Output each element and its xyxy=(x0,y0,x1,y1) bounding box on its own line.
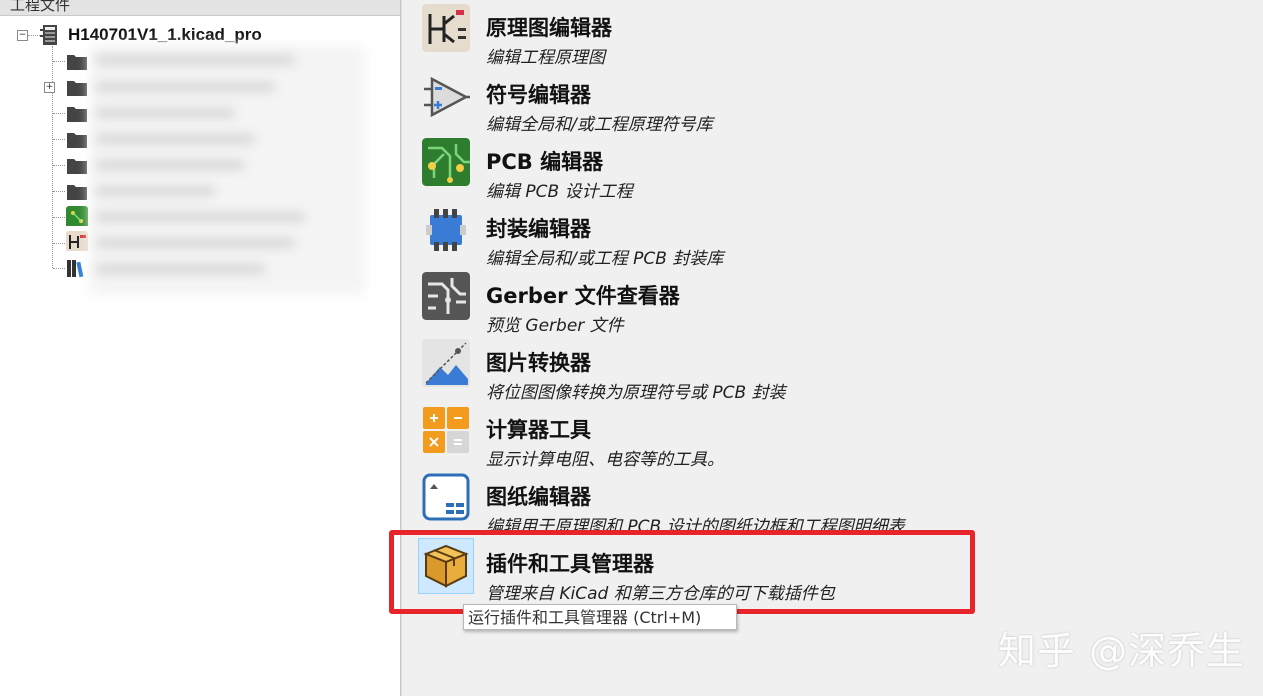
schematic-editor-icon[interactable] xyxy=(422,4,470,52)
schematic-file-icon[interactable] xyxy=(66,231,88,251)
tool-description: 编辑全局和/或工程原理符号库 xyxy=(486,115,713,135)
pcb-file-icon[interactable] xyxy=(66,206,88,226)
folder-icon[interactable] xyxy=(66,77,88,97)
tool-description: 显示计算电阻、电容等的工具。 xyxy=(486,450,724,470)
tree-guide-line xyxy=(53,139,65,141)
tree-guide-line xyxy=(53,165,65,167)
tool-gerber-viewer[interactable]: Gerber 文件查看器 预览 Gerber 文件 xyxy=(418,268,1118,336)
tree-guide-line xyxy=(53,191,65,193)
project-tree-panel: 工程文件 − H140701V1_1.kicad_pro + xyxy=(0,0,401,696)
blurred-file-names xyxy=(95,238,295,248)
tree-guide-line xyxy=(53,61,65,63)
tool-description: 预览 Gerber 文件 xyxy=(486,316,624,336)
annotation-highlight-box xyxy=(389,530,975,614)
tool-description: 编辑 PCB 设计工程 xyxy=(486,182,633,202)
blurred-file-names xyxy=(95,264,265,274)
pcb-editor-icon[interactable] xyxy=(422,138,470,186)
tool-drawing-sheet-editor[interactable]: 图纸编辑器 编辑用于原理图和 PCB 设计的图纸边框和工程图明细表 xyxy=(418,469,1118,537)
blurred-file-names xyxy=(95,160,245,170)
tree-guide-line xyxy=(53,217,65,219)
tree-guide-line xyxy=(53,113,65,115)
project-file-label: H140701V1_1.kicad_pro xyxy=(68,25,262,44)
tool-footprint-editor[interactable]: 封装编辑器 编辑全局和/或工程 PCB 封装库 xyxy=(418,201,1118,269)
watermark: 知乎 @深乔生 xyxy=(998,629,1246,673)
tool-title: 图片转换器 xyxy=(486,351,591,375)
tool-description: 编辑全局和/或工程 PCB 封装库 xyxy=(486,249,724,269)
tree-guide-line xyxy=(28,35,40,37)
footprint-editor-icon[interactable] xyxy=(422,205,470,253)
tool-description: 将位图图像转换为原理符号或 PCB 封装 xyxy=(486,383,786,403)
image-converter-icon[interactable] xyxy=(422,339,470,387)
folder-icon[interactable] xyxy=(66,155,88,175)
calculator-icon[interactable] xyxy=(422,406,470,454)
library-file-icon[interactable] xyxy=(66,258,88,278)
drawing-sheet-editor-icon[interactable] xyxy=(422,473,470,521)
collapse-icon[interactable]: − xyxy=(17,30,28,41)
expand-icon[interactable]: + xyxy=(44,82,55,93)
project-files-header: 工程文件 xyxy=(0,0,400,16)
blurred-file-names xyxy=(95,212,305,222)
tool-title: Gerber 文件查看器 xyxy=(486,284,680,308)
tree-guide-line xyxy=(53,268,65,270)
tool-title: 原理图编辑器 xyxy=(486,16,612,40)
tool-description: 编辑工程原理图 xyxy=(486,48,605,68)
tool-title: 符号编辑器 xyxy=(486,83,591,107)
blurred-file-names xyxy=(95,55,295,65)
kicad-project-icon xyxy=(40,25,57,45)
folder-icon[interactable] xyxy=(66,181,88,201)
tree-guide-line xyxy=(52,46,54,268)
gerber-viewer-icon[interactable] xyxy=(422,272,470,320)
folder-icon[interactable] xyxy=(66,51,88,71)
tool-title: 封装编辑器 xyxy=(486,217,591,241)
tool-title: PCB 编辑器 xyxy=(486,150,604,174)
tool-image-converter[interactable]: 图片转换器 将位图图像转换为原理符号或 PCB 封装 xyxy=(418,335,1118,403)
folder-icon[interactable] xyxy=(66,103,88,123)
tool-pcb-editor[interactable]: PCB 编辑器 编辑 PCB 设计工程 xyxy=(418,134,1118,202)
tool-calculator[interactable]: 计算器工具 显示计算电阻、电容等的工具。 xyxy=(418,402,1118,470)
tooltip: 运行插件和工具管理器 (Ctrl+M) xyxy=(463,604,737,630)
blurred-file-names xyxy=(95,134,255,144)
blurred-file-names xyxy=(95,108,235,118)
blurred-file-names xyxy=(95,186,215,196)
tool-schematic-editor[interactable]: 原理图编辑器 编辑工程原理图 xyxy=(418,0,1118,68)
tool-title: 图纸编辑器 xyxy=(486,485,591,509)
symbol-editor-icon[interactable] xyxy=(422,71,470,119)
tree-guide-line xyxy=(53,243,65,245)
folder-icon[interactable] xyxy=(66,129,88,149)
blurred-file-names xyxy=(95,82,275,92)
tool-title: 计算器工具 xyxy=(486,418,591,442)
tool-symbol-editor[interactable]: 符号编辑器 编辑全局和/或工程原理符号库 xyxy=(418,67,1118,135)
